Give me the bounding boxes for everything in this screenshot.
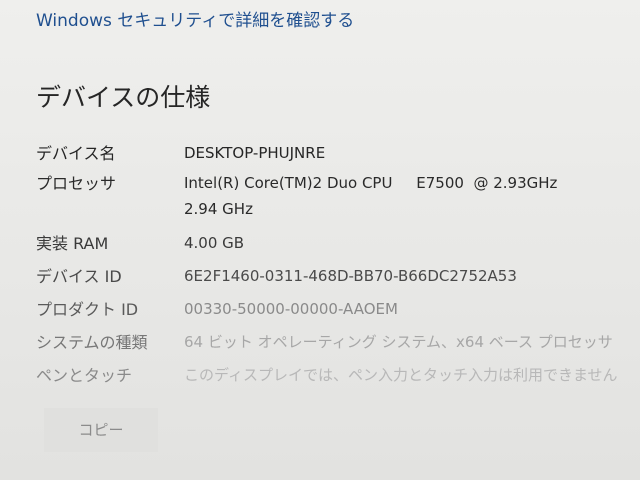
- system-type-label: システムの種類: [36, 333, 148, 352]
- device-id-label: デバイス ID: [36, 267, 122, 286]
- product-id-label: プロダクト ID: [36, 300, 139, 319]
- processor-label: プロセッサ: [36, 174, 117, 193]
- device-id-value: 6E2F1460-0311-468D-BB70-B66DC2752A53: [184, 267, 517, 285]
- device-name-label: デバイス名: [36, 144, 116, 163]
- product-id-value: 00330-50000-00000-AAOEM: [184, 300, 398, 318]
- device-specs-window: Windows セキュリティで詳細を確認する デバイスの仕様 デバイス名 DES…: [0, 0, 640, 480]
- pen-touch-label: ペンとタッチ: [36, 366, 133, 385]
- pen-touch-value: このディスプレイでは、ペン入力とタッチ入力は利用できません: [184, 366, 618, 384]
- installed-ram-value: 4.00 GB: [184, 234, 245, 252]
- processor-value: Intel(R) Core(TM)2 Duo CPU E7500 @ 2.93G…: [184, 174, 558, 218]
- system-type-value: 64 ビット オペレーティング システム、x64 ベース プロセッサ: [184, 333, 613, 351]
- installed-ram-label: 実装 RAM: [36, 234, 109, 253]
- copy-button[interactable]: コピー: [44, 408, 158, 452]
- device-name-value: DESKTOP-PHUJNRE: [184, 144, 326, 162]
